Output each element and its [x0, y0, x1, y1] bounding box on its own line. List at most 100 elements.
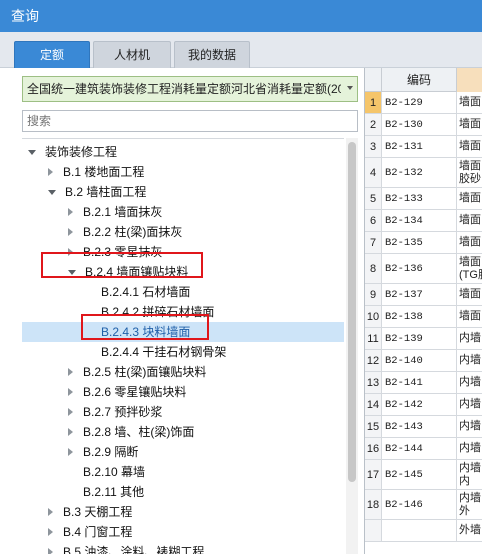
- expand-right-icon[interactable]: [48, 168, 53, 176]
- quota-name-cell[interactable]: 内墙: [457, 416, 482, 437]
- expand-right-icon[interactable]: [68, 388, 73, 396]
- quota-code-cell[interactable]: B2-141: [382, 372, 457, 393]
- quota-code-cell[interactable]: B2-142: [382, 394, 457, 415]
- tree-node[interactable]: B.2.4.3 块料墙面: [22, 322, 344, 342]
- table-row[interactable]: 14 B2-142 内墙: [365, 394, 482, 416]
- quota-code-cell[interactable]: B2-137: [382, 284, 457, 305]
- table-row[interactable]: 10 B2-138 墙面: [365, 306, 482, 328]
- code-column-header[interactable]: 编码: [382, 68, 457, 92]
- quota-name-cell[interactable]: 墙面: [457, 92, 482, 113]
- quota-name-cell[interactable]: 内墙 外: [457, 490, 482, 519]
- tree-node[interactable]: B.2.5 柱(梁)面镶贴块料: [68, 362, 206, 382]
- expand-right-icon[interactable]: [68, 228, 73, 236]
- tree-node[interactable]: B.2.10 幕墙: [68, 462, 145, 482]
- quota-code-cell[interactable]: B2-140: [382, 350, 457, 371]
- expand-right-icon[interactable]: [68, 248, 73, 256]
- table-row[interactable]: 5 B2-133 墙面: [365, 188, 482, 210]
- quota-code-cell[interactable]: B2-129: [382, 92, 457, 113]
- quota-code-cell[interactable]: B2-132: [382, 158, 457, 187]
- quota-name-cell[interactable]: 内墙: [457, 350, 482, 371]
- tree-node[interactable]: B.1 楼地面工程: [48, 162, 144, 182]
- tree-node[interactable]: B.2 墙柱面工程: [48, 182, 146, 202]
- quota-name-cell[interactable]: 墙面: [457, 284, 482, 305]
- expand-right-icon[interactable]: [68, 448, 73, 456]
- quota-code-cell[interactable]: B2-135: [382, 232, 457, 253]
- tree-node[interactable]: B.3 天棚工程: [48, 502, 132, 522]
- quota-code-cell[interactable]: B2-134: [382, 210, 457, 231]
- tree-node[interactable]: B.4 门窗工程: [48, 522, 132, 542]
- quota-name-cell[interactable]: 内墙 内: [457, 460, 482, 489]
- quota-code-cell[interactable]: B2-146: [382, 490, 457, 519]
- quota-name-cell[interactable]: 墙面: [457, 210, 482, 231]
- search-input[interactable]: [22, 110, 358, 132]
- quota-code-cell[interactable]: B2-139: [382, 328, 457, 349]
- quota-name-cell[interactable]: 内墙: [457, 372, 482, 393]
- quota-name-cell[interactable]: 墙面: [457, 136, 482, 157]
- quota-name-cell[interactable]: 墙面: [457, 306, 482, 327]
- tree-node[interactable]: B.2.11 其他: [68, 482, 144, 502]
- tree-node[interactable]: B.2.1 墙面抹灰: [68, 202, 162, 222]
- quota-name-cell[interactable]: 墙面 胶砂: [457, 158, 482, 187]
- chevron-down-icon[interactable]: [347, 86, 353, 90]
- table-row[interactable]: 1 B2-129 墙面: [365, 92, 482, 114]
- tree-node[interactable]: B.2.4.4 干挂石材钢骨架: [86, 342, 226, 362]
- table-row[interactable]: 12 B2-140 内墙: [365, 350, 482, 372]
- table-row[interactable]: 2 B2-130 墙面: [365, 114, 482, 136]
- table-row[interactable]: 9 B2-137 墙面: [365, 284, 482, 306]
- expand-right-icon[interactable]: [48, 528, 53, 536]
- tree-node[interactable]: 装饰装修工程: [28, 142, 117, 162]
- quota-name-cell[interactable]: 墙面: [457, 232, 482, 253]
- quota-code-cell[interactable]: B2-143: [382, 416, 457, 437]
- name-column-header[interactable]: [457, 68, 482, 92]
- tree-node[interactable]: B.2.9 隔断: [68, 442, 138, 462]
- quota-code-cell[interactable]: B2-145: [382, 460, 457, 489]
- table-row[interactable]: 外墙: [365, 520, 482, 542]
- table-row[interactable]: 16 B2-144 内墙: [365, 438, 482, 460]
- tree-node[interactable]: B.2.2 柱(梁)面抹灰: [68, 222, 182, 242]
- expand-right-icon[interactable]: [48, 508, 53, 516]
- quota-name-cell[interactable]: 内墙: [457, 394, 482, 415]
- tree-node[interactable]: B.2.6 零星镶贴块料: [68, 382, 186, 402]
- table-row[interactable]: 17 B2-145 内墙 内: [365, 460, 482, 490]
- expand-right-icon[interactable]: [68, 208, 73, 216]
- expand-right-icon[interactable]: [68, 428, 73, 436]
- expand-down-icon[interactable]: [28, 150, 36, 155]
- scrollbar-thumb[interactable]: [348, 142, 356, 482]
- tree-node[interactable]: B.2.4.2 拼碎石材墙面: [86, 302, 214, 322]
- expand-down-icon[interactable]: [48, 190, 56, 195]
- table-row[interactable]: 7 B2-135 墙面: [365, 232, 482, 254]
- tab-quota[interactable]: 定额: [14, 41, 90, 68]
- tree-node[interactable]: B.5 油漆、涂料、裱糊工程: [48, 542, 204, 554]
- tree-node[interactable]: B.2.7 预拌砂浆: [68, 402, 162, 422]
- quota-name-cell[interactable]: 内墙: [457, 328, 482, 349]
- tree-node[interactable]: B.2.4.1 石材墙面: [86, 282, 190, 302]
- quota-name-cell[interactable]: 墙面: [457, 188, 482, 209]
- table-row[interactable]: 6 B2-134 墙面: [365, 210, 482, 232]
- quota-code-cell[interactable]: B2-130: [382, 114, 457, 135]
- table-row[interactable]: 11 B2-139 内墙: [365, 328, 482, 350]
- quota-name-cell[interactable]: 墙面: [457, 114, 482, 135]
- tab-my-data[interactable]: 我的数据: [174, 41, 250, 68]
- quota-code-cell[interactable]: [382, 520, 457, 541]
- quota-library-select[interactable]: 全国统一建筑装饰装修工程消耗量定额河北省消耗量定额(20: [22, 76, 358, 102]
- quota-code-cell[interactable]: B2-138: [382, 306, 457, 327]
- quota-name-cell[interactable]: 墙面 (TG胶: [457, 254, 482, 283]
- table-row[interactable]: 4 B2-132 墙面 胶砂: [365, 158, 482, 188]
- table-row[interactable]: 8B2-136墙面 (TG胶: [365, 254, 482, 284]
- expand-down-icon[interactable]: [68, 270, 76, 275]
- tab-labor-material-machine[interactable]: 人材机: [93, 41, 171, 68]
- expand-right-icon[interactable]: [48, 548, 53, 554]
- quota-name-cell[interactable]: 内墙: [457, 438, 482, 459]
- tree-scrollbar[interactable]: [346, 138, 358, 554]
- tree-node[interactable]: B.2.3 零星抹灰: [68, 242, 162, 262]
- quota-code-cell[interactable]: B2-131: [382, 136, 457, 157]
- table-row[interactable]: 13 B2-141 内墙: [365, 372, 482, 394]
- quota-name-cell[interactable]: 外墙: [457, 520, 482, 541]
- quota-code-cell[interactable]: B2-133: [382, 188, 457, 209]
- quota-code-cell[interactable]: B2-136: [382, 254, 457, 283]
- expand-right-icon[interactable]: [68, 408, 73, 416]
- tree-node[interactable]: B.2.8 墙、柱(梁)饰面: [68, 422, 194, 442]
- tree-node[interactable]: B.2.4 墙面镶贴块料: [68, 262, 188, 282]
- table-row[interactable]: 3 B2-131 墙面: [365, 136, 482, 158]
- quota-code-cell[interactable]: B2-144: [382, 438, 457, 459]
